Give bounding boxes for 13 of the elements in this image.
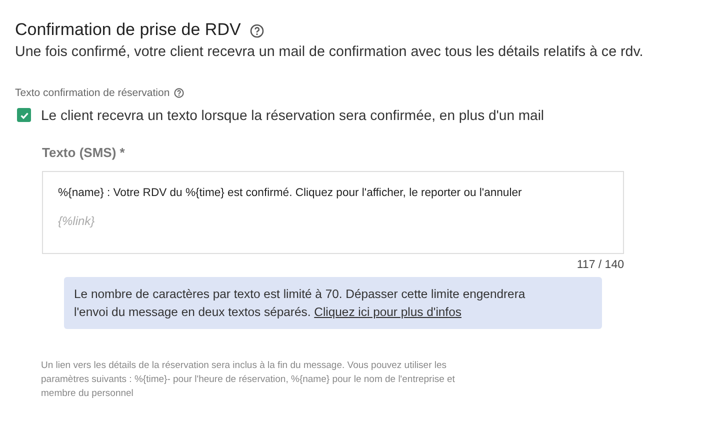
help-icon[interactable] <box>250 24 264 38</box>
field-label: Texto (SMS) * <box>42 145 126 160</box>
checkbox[interactable] <box>17 108 31 122</box>
checkbox-label[interactable]: Le client recevra un texto lorsque la réservation sera confirmée, en plus d'un mail <box>41 107 544 123</box>
info-text: Le nombre de caractères par texto est limité à 70. Dépasser cette limite engendrera l'envoi du message en deux textos séparés. Cliquez ici pour plus d'infos <box>74 287 526 319</box>
more-info-link[interactable]: Cliquez ici pour plus d'infos <box>314 305 462 319</box>
sms-text-field[interactable]: %{name} : Votre RDV du %{time} est confirmé. Cliquez pour l'afficher, le reporter ou l'annuler {%link} <box>42 171 624 254</box>
character-counter: 117 / 140 <box>576 259 624 271</box>
help-icon[interactable] <box>174 88 184 98</box>
section-description: Une fois confirmé, votre client recevra un mail de confirmation avec tous les détails relatifs à ce rdv. <box>15 44 644 60</box>
setting-label: Texto confirmation de réservation <box>15 87 170 99</box>
footnote: Un lien vers les détails de la réservation sera inclus à la fin du message. Vous pouvez utiliser les paramètres suivants : %{time}- pour l'heure de réservation, %{name} pour le nom de l'entreprise et membre du personnel <box>41 359 456 401</box>
section-title: Confirmation de prise de RDV <box>15 20 241 40</box>
